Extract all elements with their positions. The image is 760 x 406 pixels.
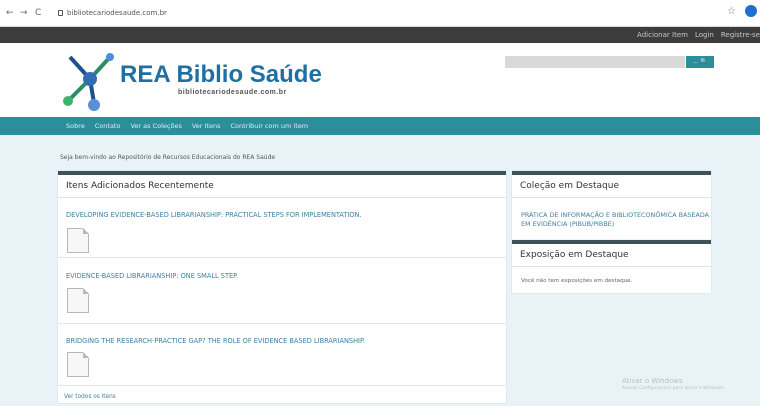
- back-arrow-icon[interactable]: ←: [6, 8, 14, 18]
- logo-molecule-icon: [63, 53, 114, 111]
- watermark-line-1: Ativar o Windows: [622, 377, 683, 385]
- nav-item-colecoes[interactable]: Ver as Coleções: [130, 117, 181, 135]
- item-title-link[interactable]: EVIDENCE-BASED LIBRARIANSHIP: ONE SMALL …: [66, 272, 238, 280]
- featured-exhibit-message: Você não tem exposições em destaque.: [521, 278, 633, 284]
- main-navbar: Sobre Contato Ver as Coleções Ver Itens …: [0, 117, 760, 135]
- recent-items-panel: Itens Adicionados Recentemente DEVELOPIN…: [58, 171, 506, 403]
- list-item: EVIDENCE-BASED LIBRARIANSHIP: ONE SMALL …: [58, 258, 506, 324]
- welcome-text: Seja bem-vindo ao Repositório de Recurso…: [60, 154, 276, 161]
- top-utility-bar: Adicionar Item Login Registre-se: [0, 27, 760, 43]
- forward-arrow-icon[interactable]: →: [20, 8, 28, 18]
- star-icon[interactable]: ☆: [727, 6, 736, 17]
- view-all-items-link[interactable]: Ver todos os itens: [64, 394, 116, 400]
- site-header: REA Biblio Saúde bibliotecariodesaude.co…: [0, 43, 760, 117]
- nav-item-contribuir[interactable]: Contribuir com um item: [231, 117, 309, 135]
- document-icon[interactable]: [67, 228, 89, 253]
- recent-items-title: Itens Adicionados Recentemente: [58, 175, 506, 198]
- url-text: bibliotecariodesaude.com.br: [67, 9, 167, 17]
- featured-collection-link[interactable]: PRÁTICA DE INFORMAÇÃO E BIBLIOTECONÔMICA…: [521, 211, 711, 229]
- nav-item-contato[interactable]: Contato: [95, 117, 121, 135]
- featured-collection-panel: Coleção em Destaque PRÁTICA DE INFORMAÇÃ…: [512, 171, 711, 240]
- nav-item-sobre[interactable]: Sobre: [66, 117, 85, 135]
- featured-exhibit-panel: Exposição em Destaque Você não tem expos…: [512, 240, 711, 293]
- search-button[interactable]: ... 🔍: [686, 56, 714, 68]
- logo-subtitle: bibliotecariodesaude.com.br: [178, 89, 287, 96]
- list-item: DEVELOPING EVIDENCE-BASED LIBRARIANSHIP:…: [58, 202, 506, 258]
- featured-collection-title: Coleção em Destaque: [512, 175, 711, 198]
- list-item: BRIDGING THE RESEARCH-PRACTICE GAP? THE …: [58, 324, 506, 386]
- search-input[interactable]: [505, 56, 685, 68]
- windows-activation-watermark: Ativar o Windows Acesse Configurações pa…: [622, 377, 725, 391]
- item-title-link[interactable]: BRIDGING THE RESEARCH-PRACTICE GAP? THE …: [66, 337, 365, 345]
- logo-title: REA Biblio Saúde: [120, 61, 322, 88]
- login-link[interactable]: Login: [695, 27, 714, 43]
- watermark-line-2: Acesse Configurações para ativar o Windo…: [622, 386, 725, 391]
- site-logo[interactable]: REA Biblio Saúde bibliotecariodesaude.co…: [60, 51, 322, 115]
- document-icon[interactable]: [67, 288, 89, 313]
- item-title-link[interactable]: DEVELOPING EVIDENCE-BASED LIBRARIANSHIP:…: [66, 211, 362, 219]
- nav-item-itens[interactable]: Ver Itens: [192, 117, 221, 135]
- browser-chrome: ← → C bibliotecariodesaude.com.br ☆: [0, 0, 760, 27]
- featured-exhibit-title: Exposição em Destaque: [512, 244, 711, 267]
- register-link[interactable]: Registre-se: [721, 27, 760, 43]
- add-item-link[interactable]: Adicionar Item: [637, 27, 688, 43]
- document-icon[interactable]: [67, 352, 89, 377]
- reload-icon[interactable]: C: [35, 8, 41, 18]
- lock-icon: [58, 10, 63, 16]
- profile-icon[interactable]: [745, 5, 757, 17]
- address-bar[interactable]: bibliotecariodesaude.com.br: [58, 6, 688, 20]
